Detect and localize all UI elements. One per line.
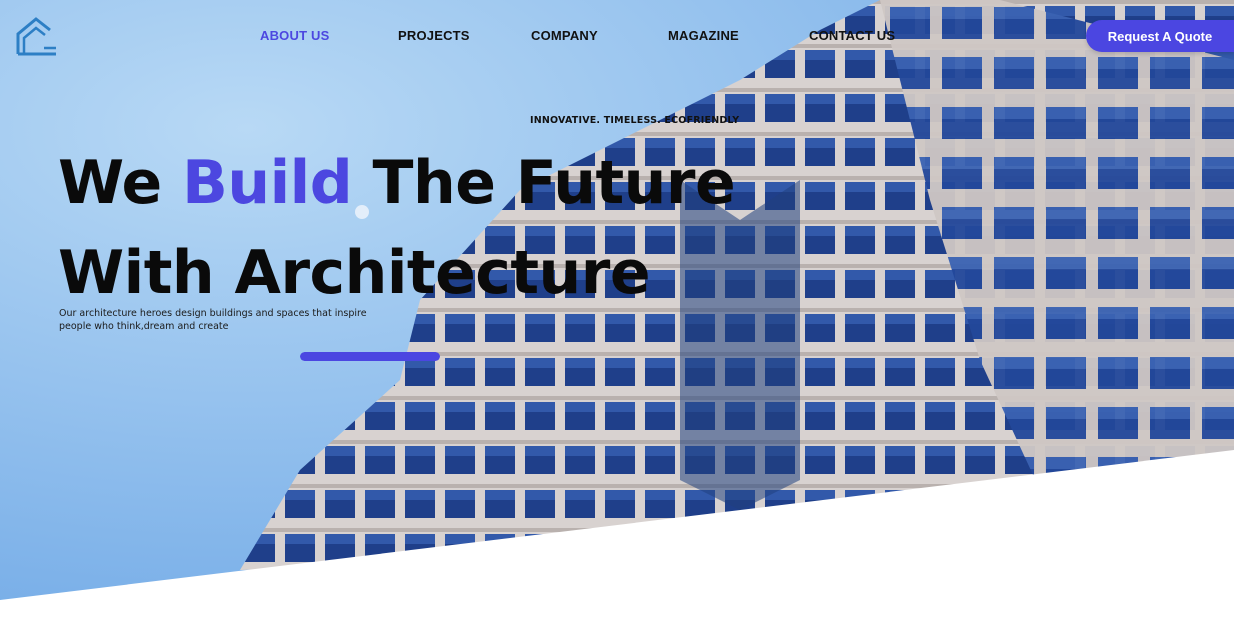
headline-accent: Build: [182, 148, 353, 218]
hero-progress-fill: [300, 352, 440, 361]
nav-item-about-us[interactable]: ABOUT US: [260, 28, 330, 43]
hero-subtitle: Our architecture heroes design buildings…: [59, 308, 367, 332]
hero-tagline: INNOVATIVE. TIMELESS. ECOFRIENDLY: [530, 115, 740, 126]
nav-item-magazine[interactable]: MAGAZINE: [668, 28, 739, 43]
request-quote-button[interactable]: Request A Quote: [1086, 20, 1234, 52]
logo-icon[interactable]: [14, 14, 60, 60]
hero-progress-bar: [300, 352, 440, 361]
headline-part1: We: [58, 148, 183, 218]
headline-line2: With Architecture: [58, 238, 651, 308]
hero-section: ABOUT US PROJECTS COMPANY MAGAZINE CONTA…: [0, 0, 1234, 642]
hero-headline: We Build The Future With Architecture: [58, 138, 736, 318]
nav-item-projects[interactable]: PROJECTS: [398, 28, 470, 43]
headline-part2: The Future: [352, 148, 736, 218]
nav-item-contact-us[interactable]: CONTACT US: [809, 28, 895, 43]
nav-item-company[interactable]: COMPANY: [531, 28, 598, 43]
